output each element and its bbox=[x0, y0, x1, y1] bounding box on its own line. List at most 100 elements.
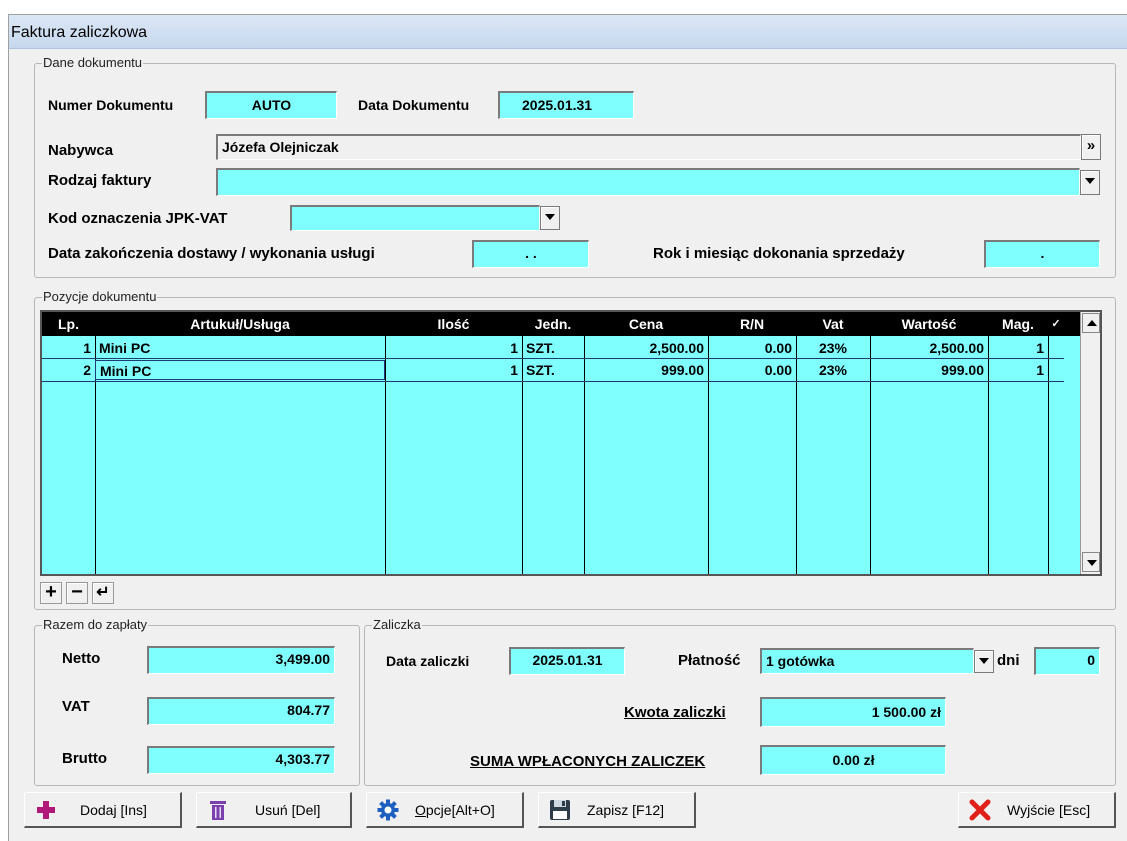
cell-rn: 0.00 bbox=[764, 362, 792, 378]
buyer-field[interactable]: Józefa Olejniczak bbox=[216, 134, 1081, 160]
save-button-label: Zapisz [F12] bbox=[587, 802, 665, 818]
cell-value: 999.00 bbox=[941, 362, 984, 378]
add-button-label: Dodaj [Ins] bbox=[80, 802, 147, 818]
cell-vat: 23% bbox=[818, 362, 848, 378]
column-header-lp[interactable]: Lp. bbox=[42, 312, 95, 336]
totals-legend: Razem do zapłaty bbox=[43, 617, 148, 632]
cell-unit: SZT. bbox=[526, 340, 555, 356]
vat-label: VAT bbox=[62, 698, 90, 715]
exit-button[interactable]: Wyjście [Esc] bbox=[958, 792, 1116, 828]
cell-lp: 1 bbox=[83, 340, 91, 356]
invoice-type-field[interactable] bbox=[216, 168, 1080, 196]
save-button[interactable]: Zapisz [F12] bbox=[538, 792, 696, 828]
options-button-label: Opcje[Alt+O] bbox=[415, 802, 495, 818]
advances-sum-label: SUMA WPŁACONYCH ZALICZEK bbox=[470, 753, 706, 770]
table-scrollbar[interactable] bbox=[1080, 312, 1100, 574]
column-header-item[interactable]: Artukuł/Usługa bbox=[95, 312, 385, 336]
days-label: dni bbox=[997, 652, 1020, 669]
invoice-type-dropdown-button[interactable] bbox=[1080, 170, 1100, 195]
gross-label: Brutto bbox=[62, 750, 107, 767]
advance-legend: Zaliczka bbox=[373, 617, 421, 632]
advance-amount-label: Kwota zaliczki bbox=[624, 704, 726, 721]
floppy-disk-icon bbox=[550, 800, 570, 820]
jpk-code-dropdown-button[interactable] bbox=[540, 206, 560, 230]
delivery-date-label: Data zakończenia dostawy / wykonania usł… bbox=[48, 245, 375, 262]
plus-icon bbox=[37, 801, 55, 819]
advance-date-field[interactable]: 2025.01.31 bbox=[509, 647, 625, 675]
cell-item-selected[interactable]: Mini PC bbox=[95, 360, 385, 380]
advances-sum-field: 0.00 zł bbox=[760, 745, 946, 775]
cell-price: 999.00 bbox=[661, 362, 704, 378]
cell-mag: 1 bbox=[1036, 340, 1044, 356]
buyer-label: Nabywca bbox=[48, 142, 114, 159]
document-data-legend: Dane dokumentu bbox=[43, 55, 143, 70]
column-header-price[interactable]: Cena bbox=[584, 312, 708, 336]
sale-month-field[interactable]: . bbox=[984, 240, 1100, 268]
advance-date-label: Data zaliczki bbox=[386, 653, 470, 669]
jpk-code-field[interactable] bbox=[290, 205, 540, 231]
cell-unit: SZT. bbox=[526, 362, 555, 378]
cell-item: Mini PC bbox=[99, 340, 151, 356]
scroll-down-button[interactable] bbox=[1082, 552, 1100, 572]
column-header-value[interactable]: Wartość bbox=[870, 312, 988, 336]
title-bar: Faktura zaliczkowa bbox=[9, 15, 1127, 49]
column-header-unit[interactable]: Jedn. bbox=[522, 312, 584, 336]
net-label: Netto bbox=[62, 650, 101, 667]
delivery-date-field[interactable]: . . bbox=[472, 240, 589, 268]
sale-month-label: Rok i miesiąc dokonania sprzedaży bbox=[653, 245, 905, 262]
options-button[interactable]: Opcje[Alt+O] bbox=[366, 792, 524, 828]
document-date-field[interactable]: 2025.01.31 bbox=[498, 91, 634, 119]
cell-vat: 23% bbox=[818, 340, 848, 356]
window-title: Faktura zaliczkowa bbox=[11, 24, 148, 41]
column-header-check[interactable]: ✓ bbox=[1048, 312, 1064, 336]
advance-amount-field[interactable]: 1 500.00 zł bbox=[760, 697, 946, 727]
payment-label: Płatność bbox=[678, 652, 741, 669]
payment-dropdown-button[interactable] bbox=[974, 650, 994, 673]
chevron-down-icon bbox=[1085, 178, 1095, 185]
row-border bbox=[42, 381, 1064, 382]
gross-value: 4,303.77 bbox=[147, 746, 335, 774]
chevron-down-icon bbox=[979, 658, 989, 665]
options-accelerator: O bbox=[415, 802, 426, 818]
table-row[interactable]: 1 Mini PC 1 SZT. 2,500.00 0.00 23% 2,500… bbox=[42, 338, 1064, 358]
trash-icon bbox=[210, 801, 226, 820]
add-button[interactable]: Dodaj [Ins] bbox=[24, 792, 182, 828]
column-header-rn[interactable]: R/N bbox=[708, 312, 796, 336]
payment-field[interactable]: 1 gotówka bbox=[760, 648, 974, 674]
document-items-legend: Pozycje dokumentu bbox=[43, 289, 157, 304]
add-row-button[interactable]: + bbox=[40, 582, 62, 604]
enter-row-button[interactable]: ↵ bbox=[92, 582, 114, 604]
table-row[interactable]: 2 Mini PC 1 SZT. 999.00 0.00 23% 999.00 … bbox=[42, 360, 1064, 380]
items-table[interactable]: Lp. Artukuł/Usługa Ilość Jedn. Cena R/N … bbox=[40, 310, 1102, 576]
buyer-select-button[interactable]: » bbox=[1081, 134, 1101, 160]
column-header-qty[interactable]: Ilość bbox=[385, 312, 522, 336]
chevron-up-icon bbox=[1087, 320, 1097, 326]
days-field[interactable]: 0 bbox=[1034, 647, 1100, 675]
column-header-mag[interactable]: Mag. bbox=[988, 312, 1048, 336]
table-header: Lp. Artukuł/Usługa Ilość Jedn. Cena R/N … bbox=[42, 312, 1100, 336]
delete-button[interactable]: Usuń [Del] bbox=[196, 792, 352, 828]
cell-qty: 1 bbox=[510, 340, 518, 356]
cell-qty: 1 bbox=[510, 362, 518, 378]
jpk-code-label: Kod oznaczenia JPK-VAT bbox=[48, 210, 228, 227]
cell-value: 2,500.00 bbox=[929, 340, 985, 356]
invoice-type-label: Rodzaj faktury bbox=[48, 172, 152, 189]
document-date-label: Data Dokumentu bbox=[358, 97, 470, 113]
remove-row-button[interactable]: − bbox=[66, 582, 88, 604]
net-value: 3,499.00 bbox=[147, 646, 335, 674]
delete-button-label: Usuń [Del] bbox=[255, 802, 321, 818]
close-icon bbox=[969, 799, 991, 821]
column-header-vat[interactable]: Vat bbox=[796, 312, 870, 336]
gear-icon bbox=[377, 799, 399, 821]
document-number-field[interactable]: AUTO bbox=[205, 91, 337, 119]
scroll-up-button[interactable] bbox=[1082, 313, 1100, 333]
cell-rn: 0.00 bbox=[764, 340, 792, 356]
options-label-rest: pcje[Alt+O] bbox=[425, 802, 495, 818]
chevron-down-icon bbox=[545, 214, 555, 221]
cell-price: 2,500.00 bbox=[649, 340, 705, 356]
vat-value: 804.77 bbox=[147, 697, 335, 725]
chevron-down-icon bbox=[1087, 560, 1097, 566]
exit-button-label: Wyjście [Esc] bbox=[1007, 802, 1091, 818]
cell-mag: 1 bbox=[1036, 362, 1044, 378]
cell-lp: 2 bbox=[83, 362, 91, 378]
